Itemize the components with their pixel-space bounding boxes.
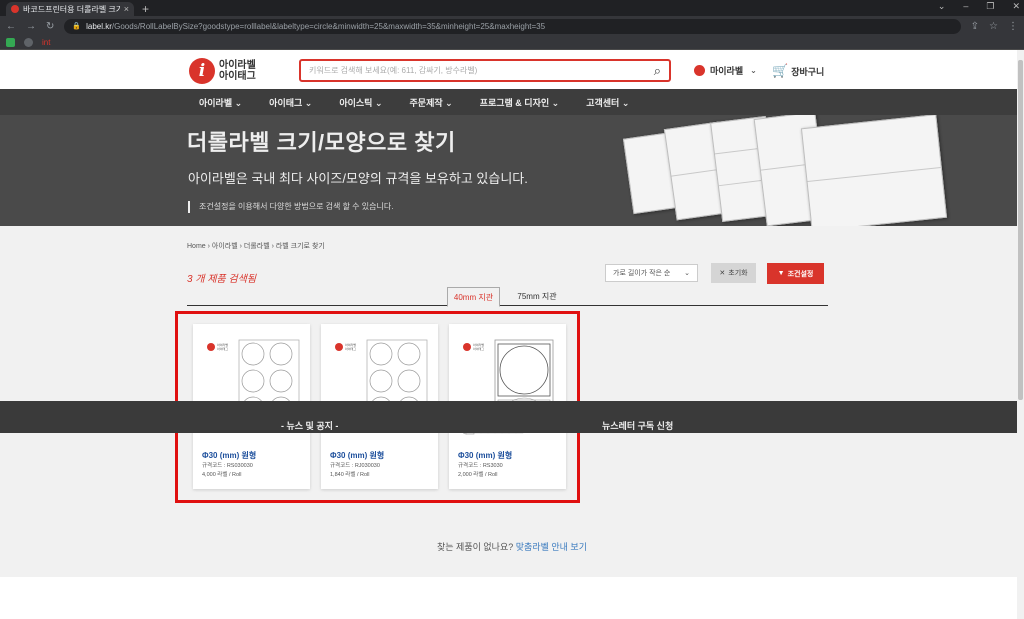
tab-title: 바코드프린터용 더롤라벨 크기/모 xyxy=(23,4,121,14)
tab-close-icon[interactable]: × xyxy=(124,4,129,14)
product-qty: 4,000 라벨 / Roll xyxy=(202,472,242,478)
product-name[interactable]: Φ30 (mm) 원형 xyxy=(202,450,256,461)
back-icon[interactable]: ← xyxy=(6,21,16,32)
chevron-down-icon: ⌄ xyxy=(750,66,757,75)
nav-item-itag[interactable]: 아이태그 ⌄ xyxy=(269,96,312,109)
product-name[interactable]: Φ30 (mm) 원형 xyxy=(458,450,512,461)
site-logo[interactable]: i 아이라벨 아이태그 xyxy=(189,58,256,84)
close-window-button[interactable]: ✕ xyxy=(1012,1,1020,12)
bookmark-int[interactable]: int xyxy=(42,38,50,47)
nav-item-custom[interactable]: 주문제작 ⌄ xyxy=(410,96,453,109)
hero-sheet-image xyxy=(800,115,948,226)
product-code: 규격코드 : RJ030030 xyxy=(330,463,380,469)
page-scrollbar[interactable] xyxy=(1017,50,1024,619)
tab-search-icon[interactable]: ⌄ xyxy=(938,1,946,12)
browser-titlebar: 바코드프린터용 더롤라벨 크기/모 × + ⌄ – ❐ ✕ xyxy=(0,0,1024,16)
scrollbar-thumb[interactable] xyxy=(1018,60,1023,400)
share-icon[interactable]: ⇪ xyxy=(971,21,979,32)
url-path: /Goods/RollLabelBySize?goodstype=rolllab… xyxy=(111,21,546,31)
breadcrumb[interactable]: Home › 아이라벨 › 더롤라벨 › 라벨 크기로 찾기 xyxy=(187,241,325,251)
search-input[interactable]: 키워드로 검색해 보세요(예: 611, 감싸기, 방수라벨) xyxy=(309,65,654,76)
address-bar-row: ← → ↻ 🔒 label.kr /Goods/RollLabelBySize?… xyxy=(0,16,1024,36)
search-icon[interactable]: ⌕ xyxy=(654,63,661,79)
help-line: 찾는 제품이 없나요? 맞춤라벨 안내 보기 xyxy=(0,540,1024,553)
new-tab-button[interactable]: + xyxy=(142,2,149,16)
reset-button[interactable]: ✕ 초기화 xyxy=(711,263,756,283)
favicon-icon xyxy=(11,5,19,13)
page-title: 더롤라벨 크기/모양으로 찾기 xyxy=(187,130,456,155)
filter-icon: ▼ xyxy=(777,270,785,277)
window-controls: ⌄ – ❐ ✕ xyxy=(938,1,1020,12)
user-icon xyxy=(694,65,705,76)
core-tabs: 40mm 지관 75mm 지관 xyxy=(187,287,828,307)
hero-note: 조건설정을 이용해서 다양한 방법으로 검색 할 수 있습니다. xyxy=(188,201,393,213)
product-name[interactable]: Φ30 (mm) 원형 xyxy=(330,450,384,461)
forward-icon[interactable]: → xyxy=(26,21,36,32)
tab-40mm[interactable]: 40mm 지관 xyxy=(447,287,500,307)
sort-value: 가로 길이가 작은 순 xyxy=(613,270,671,277)
minimize-button[interactable]: – xyxy=(963,1,968,12)
nav-item-istick[interactable]: 아이스틱 ⌄ xyxy=(339,96,382,109)
cart-link[interactable]: 🛒 장바구니 xyxy=(772,63,824,79)
cart-icon: 🛒 xyxy=(772,63,789,78)
bookmark-icon[interactable] xyxy=(24,38,33,47)
lock-icon: 🔒 xyxy=(72,23,82,30)
search-box[interactable]: 키워드로 검색해 보세요(예: 611, 감싸기, 방수라벨) ⌕ xyxy=(299,59,671,82)
site-footer: - 뉴스 및 공지 - 뉴스레터 구독 신청 xyxy=(0,401,1024,433)
result-count: 3 개 제품 검색됨 xyxy=(187,274,257,285)
browser-tab[interactable]: 바코드프린터용 더롤라벨 크기/모 × xyxy=(6,2,134,16)
main-nav: 아이라벨 ⌄ 아이태그 ⌄ 아이스틱 ⌄ 주문제작 ⌄ 프로그램 & 디자인 ⌄… xyxy=(0,89,1024,115)
product-qty: 1,840 라벨 / Roll xyxy=(330,472,370,478)
footer-newsletter-heading[interactable]: 뉴스레터 구독 신청 xyxy=(602,419,673,432)
restore-button[interactable]: ❐ xyxy=(986,1,994,12)
footer-news-heading: - 뉴스 및 공지 - xyxy=(281,421,339,431)
url-field[interactable]: 🔒 label.kr /Goods/RollLabelBySize?goodst… xyxy=(64,18,961,34)
hero-banner: 더롤라벨 크기/모양으로 찾기 아이라벨은 국내 최다 사이즈/모양의 규격을 … xyxy=(0,115,1024,226)
menu-kebab-icon[interactable]: ⋮ xyxy=(1008,21,1018,32)
tab-75mm[interactable]: 75mm 지관 xyxy=(509,287,565,306)
site-header: i 아이라벨 아이태그 키워드로 검색해 보세요(예: 611, 감싸기, 방수… xyxy=(0,50,1024,89)
user-menu[interactable]: 마이라벨 ⌄ xyxy=(694,64,757,77)
custom-label-link[interactable]: 맞춤라벨 안내 보기 xyxy=(516,542,587,552)
reload-icon[interactable]: ↻ xyxy=(46,21,54,32)
help-question: 찾는 제품이 없나요? xyxy=(437,542,516,552)
condition-button[interactable]: ▼ 조건설정 xyxy=(767,263,824,284)
reset-label: 초기화 xyxy=(728,270,748,277)
user-label: 마이라벨 xyxy=(710,66,744,76)
product-code: 규격코드 : RS030030 xyxy=(202,463,253,469)
nav-item-program[interactable]: 프로그램 & 디자인 ⌄ xyxy=(480,96,560,109)
hero-subtitle: 아이라벨은 국내 최다 사이즈/모양의 규격을 보유하고 있습니다. xyxy=(188,171,528,186)
page: i 아이라벨 아이태그 키워드로 검색해 보세요(예: 611, 감싸기, 방수… xyxy=(0,50,1024,619)
logo-i-icon: i xyxy=(189,58,215,84)
cart-label: 장바구니 xyxy=(791,66,825,77)
bookmark-star-icon[interactable]: ☆ xyxy=(989,21,998,32)
chevron-down-icon: ⌄ xyxy=(684,270,690,277)
nav-item-support[interactable]: 고객센터 ⌄ xyxy=(586,96,629,109)
apps-icon[interactable] xyxy=(6,38,15,47)
sort-select[interactable]: 가로 길이가 작은 순 ⌄ xyxy=(605,264,698,282)
logo-line1: 아이라벨 xyxy=(219,60,256,71)
url-domain: label.kr xyxy=(86,21,112,31)
condition-label: 조건설정 xyxy=(787,270,814,278)
product-qty: 2,000 라벨 / Roll xyxy=(458,472,498,478)
close-icon: ✕ xyxy=(719,270,726,277)
bookmarks-bar: int xyxy=(0,36,1024,50)
nav-item-ilabel[interactable]: 아이라벨 ⌄ xyxy=(199,96,242,109)
product-code: 규격코드 : RS3030 xyxy=(458,463,503,469)
logo-line2: 아이태그 xyxy=(219,71,256,82)
